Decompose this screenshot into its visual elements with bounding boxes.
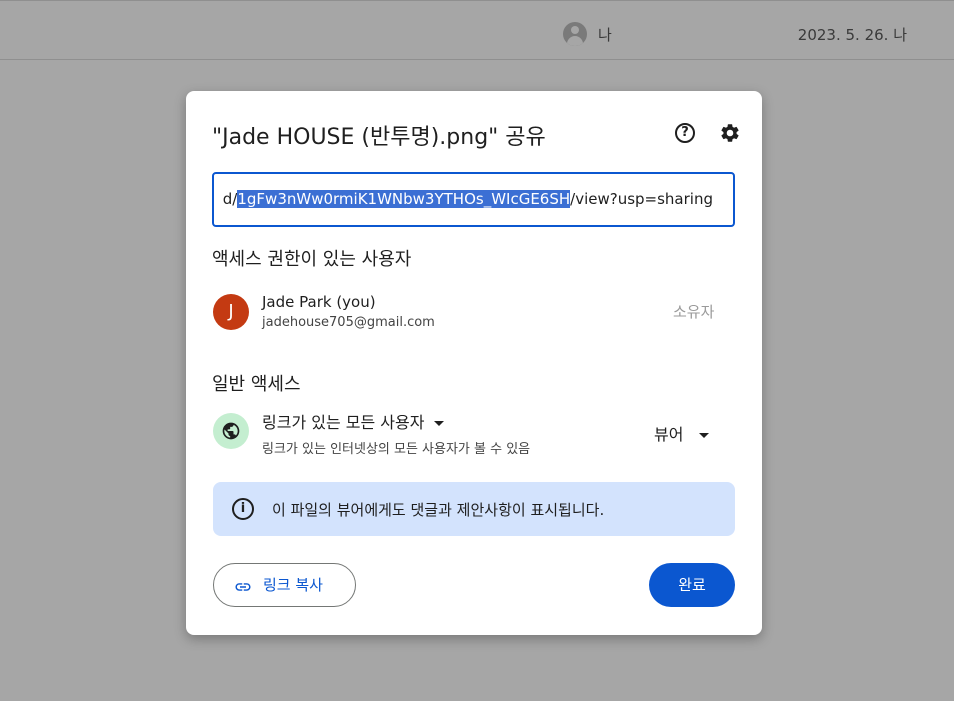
general-access-dropdown[interactable]: 링크가 있는 모든 사용자 [262, 409, 445, 433]
general-access-description: 링크가 있는 인터넷상의 모든 사용자가 볼 수 있음 [262, 442, 531, 457]
link-prefix: d/ [222, 190, 238, 208]
role-dropdown[interactable]: 뷰어 [654, 421, 710, 445]
owner-avatar-icon [563, 22, 587, 46]
link-selected-text: 1gFw3nWw0rmiK1WNbw3YTHOs_WIcGE6SH [237, 190, 571, 208]
globe-icon [213, 413, 249, 449]
share-link-field[interactable]: d/1gFw3nWw0rmiK1WNbw3YTHOs_WIcGE6SH/view… [212, 172, 735, 227]
share-dialog: "Jade HOUSE (반투명).png" 공유 ? d/1gFw3nWw0r… [186, 91, 762, 635]
copy-link-button[interactable]: 링크 복사 [213, 563, 356, 607]
owner-label: 나 [598, 26, 612, 44]
info-banner-text: 이 파일의 뷰어에게도 댓글과 제안사항이 표시됩니다. [272, 501, 605, 519]
role-value: 뷰어 [654, 425, 684, 444]
gear-icon[interactable] [719, 122, 741, 144]
person-email: jadehouse705@gmail.com [262, 315, 435, 330]
info-icon: i [232, 498, 254, 520]
avatar: J [213, 294, 249, 330]
modified-date: 2023. 5. 26. 나 [797, 26, 907, 44]
link-icon [235, 583, 251, 591]
help-icon[interactable]: ? [675, 123, 695, 143]
dialog-title: "Jade HOUSE (반투명).png" 공유 [212, 125, 546, 150]
owner-role-label: 소유자 [673, 303, 715, 321]
info-banner: i 이 파일의 뷰어에게도 댓글과 제안사항이 표시됩니다. [213, 482, 735, 536]
chevron-down-icon [699, 433, 710, 438]
general-access-title: 일반 액세스 [212, 374, 301, 395]
people-section-title: 액세스 권한이 있는 사용자 [212, 249, 412, 270]
chevron-down-icon [434, 421, 445, 426]
file-row: 나 2023. 5. 26. 나 [0, 0, 954, 60]
link-suffix: /view?usp=sharing [570, 190, 713, 208]
done-button[interactable]: 완료 [649, 563, 735, 607]
copy-link-label: 링크 복사 [263, 576, 323, 594]
general-access-value: 링크가 있는 모든 사용자 [262, 413, 425, 432]
person-name: Jade Park (you) [262, 293, 376, 311]
